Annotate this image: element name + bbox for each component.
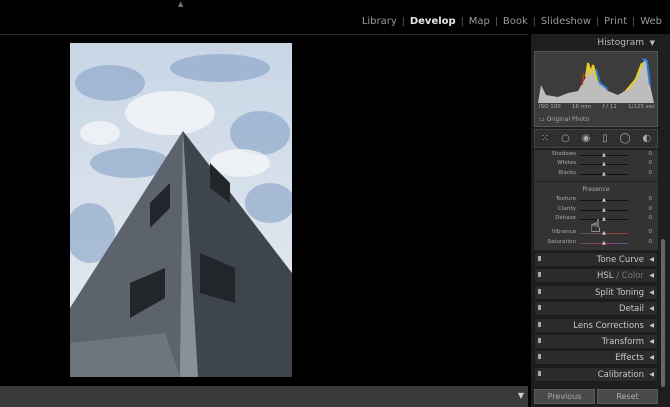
histogram-header[interactable]: Histogram ▼ <box>533 36 658 51</box>
module-book[interactable]: Book <box>498 16 533 27</box>
adjustment-brush-icon[interactable]: ◐ <box>642 133 651 144</box>
radial-filter-icon[interactable]: ◯ <box>619 133 630 144</box>
bottom-toolbar: ▼ <box>0 386 528 407</box>
top-bar: ▲ Library | Develop | Map | Book | Slideshow… <box>0 0 670 34</box>
histogram-graph <box>538 58 654 103</box>
expand-arrow-icon: ◀ <box>649 371 654 378</box>
module-print[interactable]: Print <box>599 16 632 27</box>
expand-arrow-icon: ◀ <box>649 256 654 263</box>
module-develop[interactable]: Develop <box>405 16 461 27</box>
histogram: ISO 100 16 mm f / 11 1/125 sec ▭ Original P… <box>534 51 658 127</box>
spot-removal-icon[interactable]: ○ <box>561 133 570 144</box>
module-library[interactable]: Library <box>357 16 402 27</box>
expand-arrow-icon: ◀ <box>649 322 654 329</box>
panel-hsl-color[interactable]: HSL / Color ◀ <box>534 268 658 283</box>
reset-button[interactable]: Reset <box>597 389 658 404</box>
slider-texture[interactable]: Texture ▲ 0 <box>534 195 658 205</box>
module-map[interactable]: Map <box>464 16 495 27</box>
panel-calibration[interactable]: Calibration ◀ <box>534 367 658 382</box>
expand-arrow-icon: ◀ <box>649 354 654 361</box>
toolbar-menu-chevron-icon[interactable]: ▼ <box>518 391 524 400</box>
panel-transform[interactable]: Transform ◀ <box>534 334 658 349</box>
panel-effects[interactable]: Effects ◀ <box>534 350 658 365</box>
graduated-filter-icon[interactable]: ▯ <box>602 133 608 144</box>
exif-info: ISO 100 16 mm f / 11 1/125 sec <box>539 104 655 110</box>
expand-arrow-icon: ◀ <box>649 305 654 312</box>
panel-switch-icon[interactable] <box>538 371 541 376</box>
panel-switch-icon[interactable] <box>538 322 541 327</box>
previous-button[interactable]: Previous <box>534 389 595 404</box>
panel-switch-icon[interactable] <box>538 256 541 261</box>
panel-detail[interactable]: Detail ◀ <box>534 301 658 316</box>
photo-building <box>70 43 292 377</box>
panel-switch-icon[interactable] <box>538 289 541 294</box>
collapse-triangle-icon: ▼ <box>649 39 655 47</box>
red-eye-icon[interactable]: ◉ <box>582 133 591 144</box>
original-photo-label[interactable]: ▭ Original Photo <box>539 116 589 123</box>
panel-split-toning[interactable]: Split Toning ◀ <box>534 285 658 300</box>
module-slideshow[interactable]: Slideshow <box>536 16 596 27</box>
crop-tool-icon[interactable]: ⁙ <box>541 133 549 144</box>
slider-saturation[interactable]: Saturation ▲ 0 <box>534 238 658 248</box>
expand-arrow-icon: ◀ <box>649 289 654 296</box>
panel-switch-icon[interactable] <box>538 338 541 343</box>
module-web[interactable]: Web <box>635 16 667 27</box>
panel-lens-corrections[interactable]: Lens Corrections ◀ <box>534 318 658 333</box>
panel-scrollbar[interactable] <box>661 239 665 387</box>
collapse-top-panel-icon[interactable]: ▲ <box>178 0 183 8</box>
panel-switch-icon[interactable] <box>538 305 541 310</box>
slider-blacks[interactable]: Blacks ▲ 0 <box>534 169 658 179</box>
expand-arrow-icon: ◀ <box>649 272 654 279</box>
presence-heading: Presence <box>582 186 610 193</box>
panel-switch-icon[interactable] <box>538 354 541 359</box>
slider-whites[interactable]: Whites ▲ 0 <box>534 159 658 169</box>
hand-cursor-icon: ☝ <box>590 216 601 237</box>
tool-strip: ⁙ ○ ◉ ▯ ◯ ◐ <box>534 129 658 148</box>
panel-tone-curve[interactable]: Tone Curve ◀ <box>534 252 658 267</box>
module-picker: Library | Develop | Map | Book | Slideshow | … <box>357 16 667 27</box>
panel-switch-icon[interactable] <box>538 272 541 277</box>
expand-arrow-icon: ◀ <box>649 338 654 345</box>
